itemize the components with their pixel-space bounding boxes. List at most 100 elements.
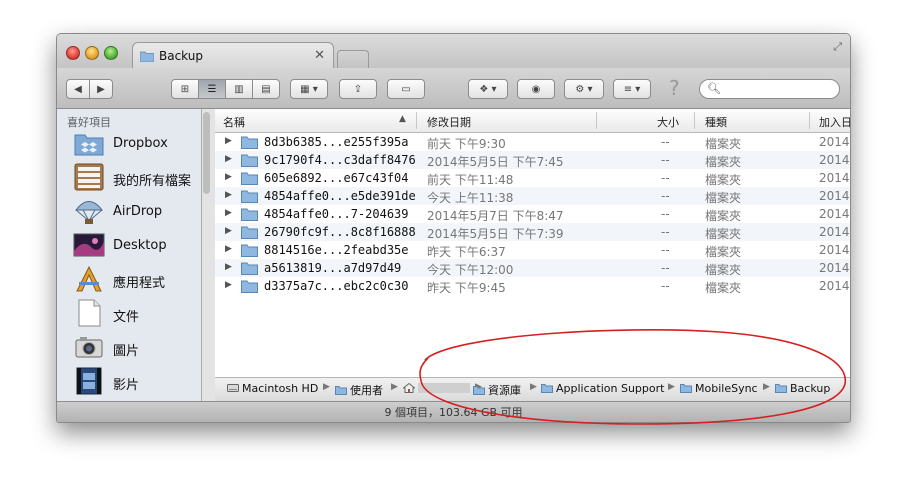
help-icon[interactable]: ? [669,76,680,100]
column-date-added[interactable]: 加入日 [819,114,850,130]
fullscreen-icon[interactable]: ⤢ [833,40,842,54]
file-size: -- [661,279,670,293]
view-list-button[interactable]: ☰ [198,79,226,99]
table-row[interactable]: ▶ 26790fc9f...8c8f16888 2014年5月5日 下午7:39… [215,223,850,241]
sidebar-item-documents[interactable]: 文件 [73,299,195,329]
sidebar-item-desktop[interactable]: Desktop [73,231,195,261]
disclosure-triangle-icon[interactable]: ▶ [225,190,232,200]
folder-icon [775,384,787,393]
back-button[interactable]: ◀ [66,79,90,99]
path-item-label: MobileSync [695,382,758,395]
view-column-button[interactable]: ▥ [225,79,253,99]
label-button[interactable]: ▭ [387,79,425,99]
path-item-macintosh-hd[interactable]: Macintosh HD [227,382,318,398]
table-row[interactable]: ▶ 8d3b6385...e255f395a 前天 下午9:30 -- 檔案夾 … [215,133,850,151]
disclosure-triangle-icon[interactable]: ▶ [225,244,232,254]
disclosure-triangle-icon[interactable]: ▶ [225,172,232,182]
sidebar-item-label: 文件 [113,310,140,325]
column-kind[interactable]: 種類 [705,114,727,130]
sidebar-scrollbar[interactable] [203,112,210,194]
sidebar-item-movies[interactable]: 影片 [73,367,195,397]
table-row[interactable]: ▶ 4854affe0...7-204639 2014年5月7日 下午8:47 … [215,205,850,223]
file-date-added: 2014 [819,153,850,167]
table-row[interactable]: ▶ a5613819...a7d97d49 今天 下午12:00 -- 檔案夾 … [215,259,850,277]
share-icon: ⇪ [353,84,363,95]
arrange-button[interactable]: ▦ ▾ [290,79,328,99]
table-row[interactable]: ▶ 9c1790f4...c3daff8476 2014年5月5日 下午7:45… [215,151,850,169]
sidebar-item-all-files[interactable]: 我的所有檔案 [73,163,195,193]
tab-backup[interactable]: Backup ✕ [132,42,334,70]
all-files-icon [74,163,104,191]
file-name: d3375a7c...ebc2c0c30 [264,279,409,293]
column-name[interactable]: 名稱 [223,114,245,130]
file-date-modified: 前天 下午11:48 [427,173,514,187]
table-row[interactable]: ▶ d3375a7c...ebc2c0c30 昨天 下午9:45 -- 檔案夾 … [215,277,850,295]
title-bar[interactable]: Backup ✕ ⤢ [57,34,850,70]
path-bar: Macintosh HD ▶ 使用者 ▶ ▶ 資源庫 ▶ Application… [215,377,850,402]
file-date-modified: 2014年5月5日 下午7:45 [427,155,564,169]
file-date-added: 2014 [819,261,850,275]
view-icon-button[interactable]: ⊞ [171,79,199,99]
minimize-window-button[interactable] [85,46,99,60]
file-kind: 檔案夾 [705,173,742,187]
path-item-home[interactable] [403,382,470,398]
forward-button[interactable]: ▶ [89,79,113,99]
table-row[interactable]: ▶ 8814516e...2feabd35e 昨天 下午6:37 -- 檔案夾 … [215,241,850,259]
sidebar-item-airdrop[interactable]: AirDrop [73,197,195,227]
disclosure-triangle-icon[interactable]: ▶ [225,226,232,236]
finder-window: Backup ✕ ⤢ ◀ ▶ ⊞ ☰ ▥ ▤ ▦ ▾ ⇪ ▭ ❖ ▾ ◉ ⚙ ▾… [56,33,851,423]
new-tab-button[interactable] [337,50,369,69]
file-date-added: 2014 [819,279,850,293]
path-item-library[interactable]: 資源庫 [473,382,521,398]
column-size[interactable]: 大小 [657,114,679,130]
column-view-icon: ▥ [234,84,244,95]
folder-icon [241,244,258,257]
file-date-added: 2014 [819,135,850,149]
zoom-window-button[interactable] [104,46,118,60]
disclosure-triangle-icon[interactable]: ▶ [225,208,232,218]
column-divider[interactable] [596,112,597,129]
action-button[interactable]: ⚙ ▾ [564,79,604,99]
path-item-backup[interactable]: Backup [775,382,830,398]
path-item-application-support[interactable]: Application Support [541,382,664,398]
sort-button[interactable]: ≡ ▾ [613,79,651,99]
file-date-modified: 前天 下午9:30 [427,137,506,151]
disclosure-triangle-icon[interactable]: ▶ [225,262,232,272]
search-icon: 🔍︎ [707,82,721,95]
table-row[interactable]: ▶ 605e6892...e67c43f04 前天 下午11:48 -- 檔案夾… [215,169,850,187]
close-window-button[interactable] [66,46,80,60]
column-divider[interactable] [694,112,695,129]
file-kind: 檔案夾 [705,209,742,223]
file-name: 8814516e...2feabd35e [264,243,409,257]
search-field[interactable]: 🔍︎ [699,79,840,99]
view-coverflow-button[interactable]: ▤ [252,79,280,99]
folder-icon [241,280,258,293]
sidebar-item-pictures[interactable]: 圖片 [73,333,195,363]
disclosure-triangle-icon[interactable]: ▶ [225,136,232,146]
tab-close-icon[interactable]: ✕ [314,48,325,63]
file-name: 26790fc9f...8c8f16888 [264,225,416,239]
file-list: 名稱 ▲ 修改日期 大小 種類 加入日 ▶ 8d3b6385...e255f39… [215,109,850,401]
column-date-modified[interactable]: 修改日期 [427,114,471,130]
disclosure-triangle-icon[interactable]: ▶ [225,154,232,164]
sidebar-item-applications[interactable]: 應用程式 [73,265,195,295]
file-kind: 檔案夾 [705,137,742,151]
column-divider[interactable] [809,112,810,129]
table-row[interactable]: ▶ 4854affe0...e5de391de 今天 上午11:38 -- 檔案… [215,187,850,205]
share-button[interactable]: ⇪ [339,79,377,99]
path-item-mobilesync[interactable]: MobileSync [680,382,758,398]
path-item-users[interactable]: 使用者 [335,382,383,398]
back-icon: ◀ [74,84,82,95]
sidebar-item-dropbox[interactable]: Dropbox [73,129,195,159]
file-size: -- [661,243,670,257]
disclosure-triangle-icon[interactable]: ▶ [225,280,232,290]
file-date-modified: 昨天 下午6:37 [427,245,506,259]
column-divider[interactable] [416,112,417,129]
quicklook-button[interactable]: ◉ [517,79,555,99]
search-input[interactable] [722,82,836,96]
sidebar-item-label: Desktop [113,238,167,253]
dropbox-menu-button[interactable]: ❖ ▾ [468,79,508,99]
sidebar-item-label: 我的所有檔案 [113,174,192,189]
file-kind: 檔案夾 [705,227,742,241]
tab-title: Backup [159,49,203,63]
